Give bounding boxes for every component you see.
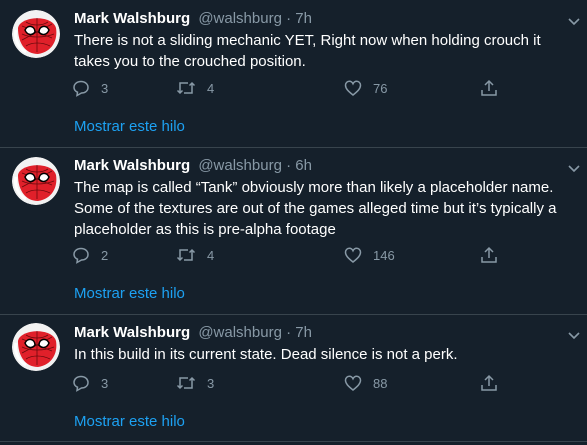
like-button[interactable]: 76 <box>344 74 387 102</box>
tweet-text: The map is called “Tank” obviously more … <box>74 179 557 238</box>
tweet-header: Mark Walshburg @walshburg · 7h <box>74 323 312 343</box>
heart-icon <box>344 247 362 263</box>
share-upload-icon <box>481 79 497 96</box>
spiderman-avatar-icon <box>12 157 60 205</box>
author-name[interactable]: Mark Walshburg <box>74 10 190 27</box>
retweet-count: 3 <box>207 375 215 391</box>
tweet-actions: 2 4 146 <box>66 241 506 269</box>
share-button[interactable] <box>480 74 498 102</box>
reply-button[interactable]: 2 <box>72 241 108 269</box>
tweet-text: There is not a sliding mechanic YET, Rig… <box>74 32 541 70</box>
separator-dot: · <box>286 324 292 341</box>
tweet-actions: 3 3 88 <box>66 369 506 397</box>
avatar[interactable] <box>12 157 60 205</box>
reply-count: 3 <box>101 80 109 96</box>
timestamp[interactable]: 7h <box>295 10 312 27</box>
heart-icon <box>344 80 362 96</box>
show-thread-link[interactable]: Mostrar este hilo <box>74 284 185 304</box>
tweet-actions: 3 4 76 <box>66 74 506 102</box>
retweet-count: 4 <box>207 247 215 263</box>
tweet-header: Mark Walshburg @walshburg · 7h <box>74 9 312 29</box>
heart-icon <box>344 375 362 391</box>
share-upload-icon <box>481 246 497 263</box>
timestamp[interactable]: 6h <box>295 157 312 174</box>
like-count: 76 <box>373 80 388 96</box>
share-upload-icon <box>481 374 497 391</box>
tweet[interactable]: Mark Walshburg @walshburg · 7h In this b… <box>0 315 587 445</box>
tweet-text: In this build in its current state. Dead… <box>74 346 458 363</box>
show-thread-link[interactable]: Mostrar este hilo <box>74 412 185 432</box>
reply-bubble-icon <box>73 375 89 392</box>
avatar[interactable] <box>12 323 60 371</box>
retweet-icon <box>176 248 196 262</box>
timestamp[interactable]: 7h <box>295 324 312 341</box>
spiderman-avatar-icon <box>12 10 60 58</box>
chevron-down-icon[interactable] <box>566 327 582 343</box>
spiderman-avatar-icon <box>12 323 60 371</box>
chevron-down-icon[interactable] <box>566 13 582 29</box>
separator-dot: · <box>286 157 292 174</box>
author-name[interactable]: Mark Walshburg <box>74 324 190 341</box>
author-handle[interactable]: @walshburg <box>198 157 282 174</box>
tweet-divider <box>0 441 587 442</box>
like-count: 146 <box>373 247 395 263</box>
author-name[interactable]: Mark Walshburg <box>74 157 190 174</box>
retweet-button[interactable]: 3 <box>176 369 214 397</box>
like-button[interactable]: 146 <box>344 241 395 269</box>
tweet[interactable]: Mark Walshburg @walshburg · 6h The map i… <box>0 148 587 313</box>
tweet-header: Mark Walshburg @walshburg · 6h <box>74 156 312 176</box>
retweet-icon <box>176 376 196 390</box>
tweet[interactable]: Mark Walshburg @walshburg · 7h There is … <box>0 0 587 150</box>
chevron-down-icon[interactable] <box>566 160 582 176</box>
reply-button[interactable]: 3 <box>72 74 108 102</box>
reply-count: 2 <box>101 247 109 263</box>
author-handle[interactable]: @walshburg <box>198 10 282 27</box>
share-button[interactable] <box>480 241 498 269</box>
reply-bubble-icon <box>73 80 89 97</box>
retweet-button[interactable]: 4 <box>176 241 214 269</box>
retweet-button[interactable]: 4 <box>176 74 214 102</box>
retweet-count: 4 <box>207 80 215 96</box>
reply-bubble-icon <box>73 247 89 264</box>
like-count: 88 <box>373 375 388 391</box>
reply-button[interactable]: 3 <box>72 369 108 397</box>
like-button[interactable]: 88 <box>344 369 387 397</box>
retweet-icon <box>176 81 196 95</box>
author-handle[interactable]: @walshburg <box>198 324 282 341</box>
avatar[interactable] <box>12 10 60 58</box>
separator-dot: · <box>286 10 292 27</box>
reply-count: 3 <box>101 375 109 391</box>
show-thread-link[interactable]: Mostrar este hilo <box>74 117 185 137</box>
share-button[interactable] <box>480 369 498 397</box>
